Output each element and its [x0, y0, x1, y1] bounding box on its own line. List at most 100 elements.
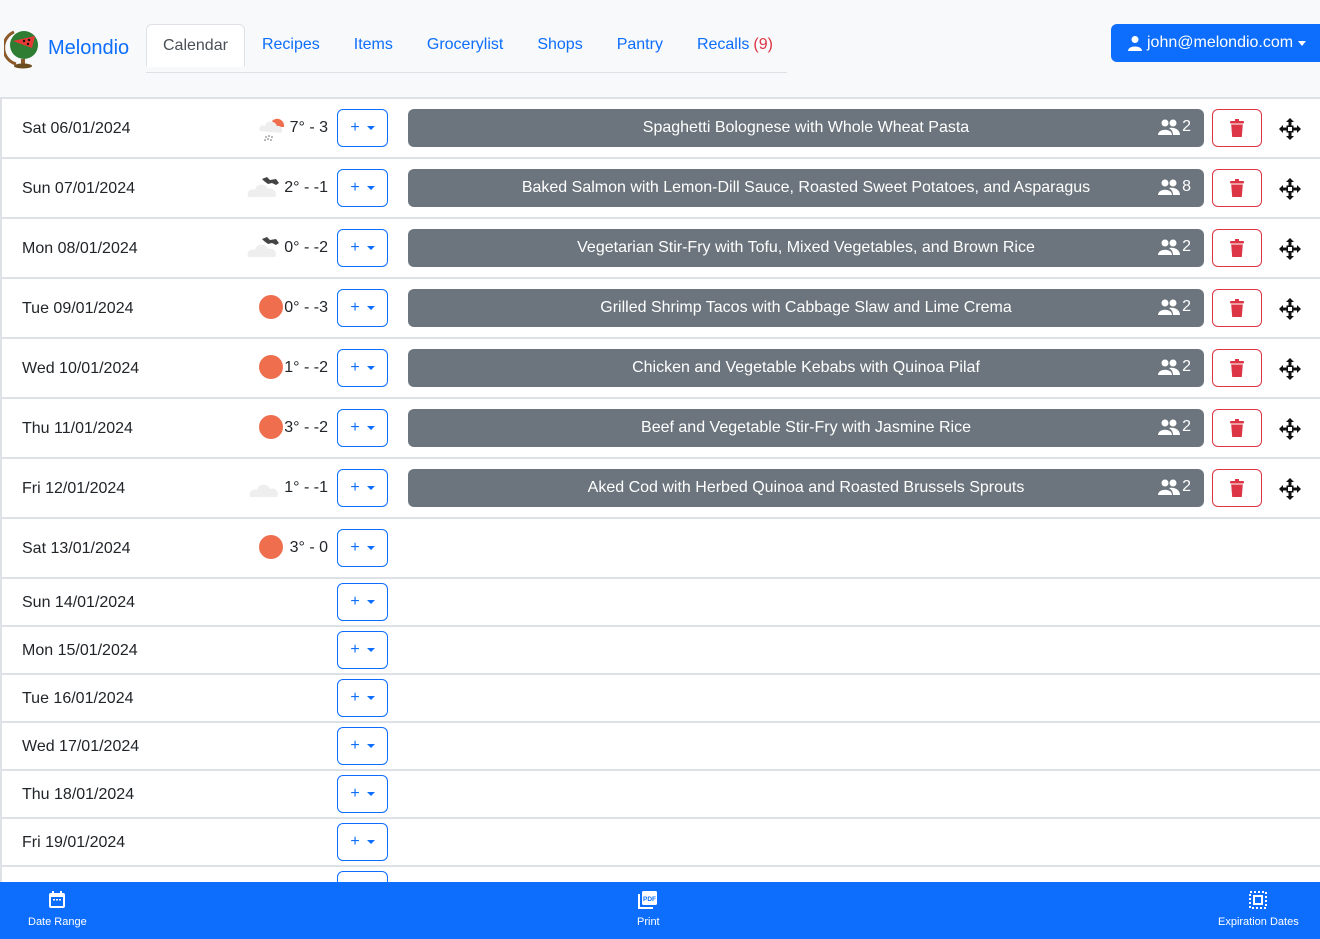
chevron-down-icon	[366, 600, 375, 604]
meal-button[interactable]: Baked Salmon with Lemon-Dill Sauce, Roas…	[408, 169, 1204, 207]
delete-meal-button[interactable]	[1212, 169, 1262, 207]
people-icon	[1157, 298, 1181, 316]
chevron-down-icon	[366, 126, 375, 130]
main-tabs: Calendar Recipes Items Grocerylist Shops…	[146, 24, 787, 73]
trash-icon	[1230, 179, 1244, 197]
meal-button[interactable]: Aked Cod with Herbed Quinoa and Roasted …	[408, 469, 1204, 507]
drag-move-handle-icon[interactable]	[1278, 237, 1302, 261]
add-meal-dropdown-button[interactable]: +	[337, 583, 388, 621]
meal-title: Beef and Vegetable Stir-Fry with Jasmine…	[641, 419, 971, 436]
servings-count: 2	[1182, 118, 1191, 135]
tab-pantry[interactable]: Pantry	[600, 24, 680, 66]
day-row: Thu 11/01/2024 3° - -2 + Beef and Vegetable…	[0, 399, 1320, 459]
day-date: Tue 16/01/2024	[22, 690, 134, 707]
temperature-range: 1° - -2	[284, 359, 328, 376]
temperature-range: 0° - -3	[284, 299, 328, 316]
plus-icon: +	[350, 593, 360, 610]
calendar-day-list[interactable]: Sat 06/01/2024 7° - 3 + Spaghetti Bolognese…	[0, 97, 1320, 882]
delete-meal-button[interactable]	[1212, 469, 1262, 507]
chevron-down-icon	[366, 186, 375, 190]
day-row: Mon 15/01/2024 +	[0, 627, 1320, 675]
delete-meal-button[interactable]	[1212, 109, 1262, 147]
plus-icon: +	[350, 785, 360, 802]
brand[interactable]: Melondio	[2, 26, 129, 70]
add-meal-dropdown-button[interactable]: +	[337, 727, 388, 765]
drag-move-handle-icon[interactable]	[1278, 417, 1302, 441]
add-meal-dropdown-button[interactable]: +	[337, 409, 388, 447]
day-row: Mon 08/01/2024 0° - -2 + Vegetarian Stir-Fr…	[0, 219, 1320, 279]
temperature-range: 2° - -1	[284, 179, 328, 196]
expiration-dates-button[interactable]: Expiration Dates	[1218, 890, 1299, 928]
meal-button[interactable]: Spaghetti Bolognese with Whole Wheat Pas…	[408, 109, 1204, 147]
top-navbar: Melondio Calendar Recipes Items Groceryl…	[0, 0, 1320, 97]
people-icon	[1157, 478, 1181, 496]
chevron-down-icon	[1298, 40, 1307, 46]
servings: 2	[1157, 418, 1191, 436]
tab-recalls[interactable]: Recalls (9)	[680, 24, 790, 66]
meal-title: Vegetarian Stir-Fry with Tofu, Mixed Veg…	[577, 239, 1035, 256]
plus-icon: +	[350, 179, 360, 196]
add-meal-dropdown-button[interactable]: +	[337, 529, 388, 567]
tab-recipes[interactable]: Recipes	[245, 24, 337, 66]
servings: 2	[1157, 238, 1191, 256]
meal-button[interactable]: Chicken and Vegetable Kebabs with Quinoa…	[408, 349, 1204, 387]
day-date: Thu 11/01/2024	[22, 420, 133, 437]
trash-icon	[1230, 359, 1244, 377]
tab-label: Items	[353, 36, 393, 53]
add-meal-dropdown-button[interactable]: +	[337, 631, 388, 669]
add-meal-dropdown-button[interactable]: +	[337, 871, 388, 882]
user-email: john@melondio.com	[1147, 34, 1294, 51]
brand-name[interactable]: Melondio	[48, 37, 129, 60]
add-meal-dropdown-button[interactable]: +	[337, 169, 388, 207]
temperature-range: 3° - -2	[284, 419, 328, 436]
meal-button[interactable]: Grilled Shrimp Tacos with Cabbage Slaw a…	[408, 289, 1204, 327]
chevron-down-icon	[366, 366, 375, 370]
print-label: Print	[637, 916, 660, 928]
day-row: Wed 10/01/2024 1° - -2 + Chicken and Vegeta…	[0, 339, 1320, 399]
delete-meal-button[interactable]	[1212, 349, 1262, 387]
plus-icon: +	[350, 239, 360, 256]
delete-meal-button[interactable]	[1212, 289, 1262, 327]
drag-move-handle-icon[interactable]	[1278, 477, 1302, 501]
people-icon	[1157, 358, 1181, 376]
meal-title: Aked Cod with Herbed Quinoa and Roasted …	[587, 479, 1025, 496]
add-meal-dropdown-button[interactable]: +	[337, 679, 388, 717]
delete-meal-button[interactable]	[1212, 229, 1262, 267]
day-row: Fri 19/01/2024 +	[0, 819, 1320, 867]
bottom-toolbar: Date Range PDF Print Expiration Dates	[0, 882, 1320, 939]
add-meal-dropdown-button[interactable]: +	[337, 289, 388, 327]
meal-button[interactable]: Beef and Vegetable Stir-Fry with Jasmine…	[408, 409, 1204, 447]
people-icon	[1157, 118, 1181, 136]
meal-button[interactable]: Vegetarian Stir-Fry with Tofu, Mixed Veg…	[408, 229, 1204, 267]
tab-calendar[interactable]: Calendar	[146, 24, 245, 67]
tab-label: Calendar	[163, 36, 228, 54]
tab-shops[interactable]: Shops	[520, 24, 599, 66]
chevron-down-icon	[366, 546, 375, 550]
add-meal-dropdown-button[interactable]: +	[337, 229, 388, 267]
day-date: Mon 08/01/2024	[22, 240, 138, 257]
user-menu-button[interactable]: john@melondio.com	[1111, 24, 1320, 62]
delete-meal-button[interactable]	[1212, 409, 1262, 447]
drag-move-handle-icon[interactable]	[1278, 117, 1302, 141]
plus-icon: +	[350, 299, 360, 316]
cloud-icon	[246, 467, 286, 507]
tab-items[interactable]: Items	[337, 24, 410, 66]
add-meal-dropdown-button[interactable]: +	[337, 823, 388, 861]
add-meal-dropdown-button[interactable]: +	[337, 775, 388, 813]
print-button[interactable]: PDF Print	[637, 890, 660, 928]
chevron-down-icon	[366, 840, 375, 844]
drag-move-handle-icon[interactable]	[1278, 357, 1302, 381]
chevron-down-icon	[366, 792, 375, 796]
tab-label: Pantry	[616, 36, 663, 53]
add-meal-dropdown-button[interactable]: +	[337, 109, 388, 147]
date-range-button[interactable]: Date Range	[28, 890, 87, 928]
add-meal-dropdown-button[interactable]: +	[337, 469, 388, 507]
day-row: Wed 17/01/2024 +	[0, 723, 1320, 771]
drag-move-handle-icon[interactable]	[1278, 297, 1302, 321]
drag-move-handle-icon[interactable]	[1278, 177, 1302, 201]
add-meal-dropdown-button[interactable]: +	[337, 349, 388, 387]
plus-icon: +	[350, 641, 360, 658]
dashed-square-icon	[1248, 890, 1268, 916]
tab-label: Recalls	[696, 36, 750, 53]
tab-grocerylist[interactable]: Grocerylist	[410, 24, 520, 66]
